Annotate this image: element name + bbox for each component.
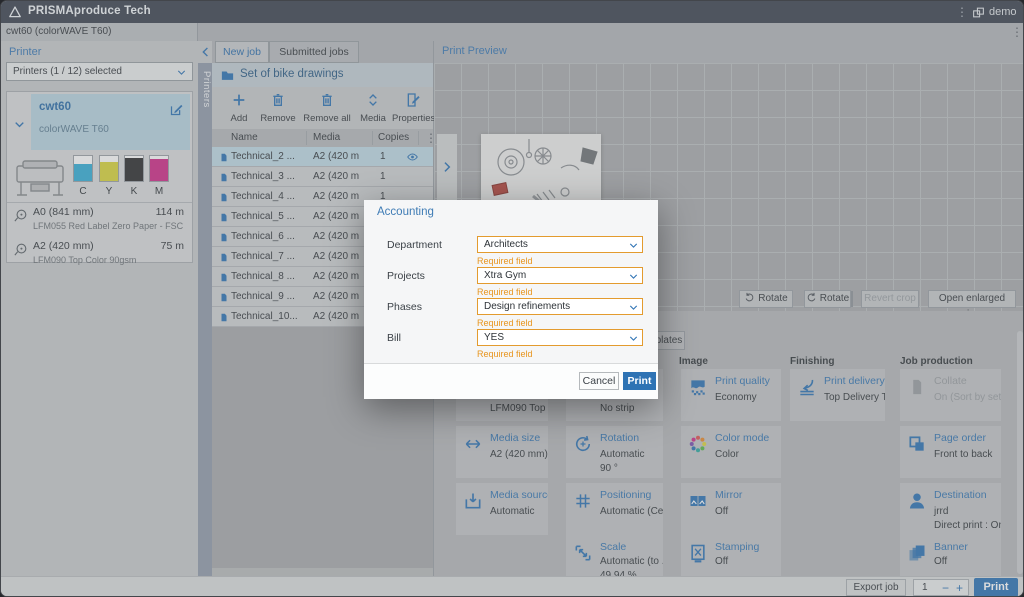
projects-select[interactable]: Xtra Gym xyxy=(477,267,643,284)
chevron-down-icon xyxy=(628,240,639,251)
dialog-print-button[interactable]: Print xyxy=(623,372,656,390)
projects-required-hint: Required field xyxy=(477,287,533,297)
phases-required-hint: Required field xyxy=(477,318,533,328)
department-required-hint: Required field xyxy=(477,256,533,266)
chevron-down-icon xyxy=(628,271,639,282)
chevron-down-icon xyxy=(628,302,639,313)
dialog-title: Accounting xyxy=(377,206,434,218)
bill-required-hint: Required field xyxy=(477,349,533,359)
phases-label: Phases xyxy=(387,301,422,313)
bill-label: Bill xyxy=(387,332,401,344)
chevron-down-icon xyxy=(628,333,639,344)
bill-select[interactable]: YES xyxy=(477,329,643,346)
projects-label: Projects xyxy=(387,270,425,282)
phases-select[interactable]: Design refinements xyxy=(477,298,643,315)
department-select[interactable]: Architects xyxy=(477,236,643,253)
department-label: Department xyxy=(387,239,442,251)
dialog-footer: Cancel Print xyxy=(364,363,658,399)
cancel-button[interactable]: Cancel xyxy=(579,372,619,390)
app-window: PRISMAproduce Tech ⋮ demo cwt60 (colorWA… xyxy=(0,0,1024,597)
accounting-dialog: Accounting Department Architects Require… xyxy=(364,200,658,399)
